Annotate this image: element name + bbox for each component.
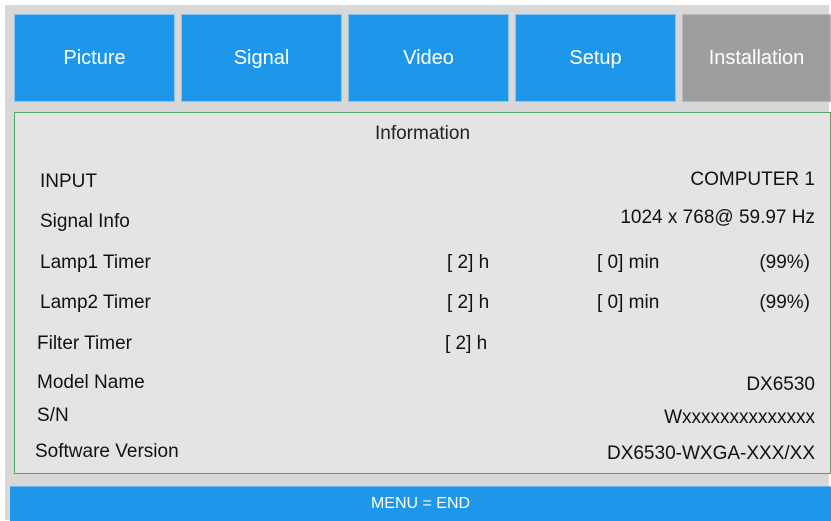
signal-info-label: Signal Info <box>40 211 130 232</box>
model-name-value: DX6530 <box>746 374 815 395</box>
tab-signal-label: Signal <box>233 46 290 69</box>
tab-picture-label: Picture <box>63 46 126 69</box>
tab-picture[interactable]: Picture <box>14 14 175 102</box>
signal-info-value: 1024 x 768@ 59.97 Hz <box>620 207 815 228</box>
lamp1-minutes: [ 0] min <box>597 252 660 273</box>
lamp2-timer-label: Lamp2 Timer <box>40 292 151 313</box>
software-version-value: DX6530-WXGA-XXX/XX <box>606 443 815 464</box>
lamp2-minutes: [ 0] min <box>597 292 660 313</box>
filter-hours: [ 2] h <box>445 333 488 354</box>
serial-number-value: Wxxxxxxxxxxxxxx <box>664 407 815 428</box>
lamp1-hours: [ 2] h <box>447 252 490 273</box>
tab-video-label: Video <box>403 46 454 69</box>
menu-tabs: Picture Signal Video Setup Installation <box>14 14 831 104</box>
tab-setup[interactable]: Setup <box>515 14 676 102</box>
software-version-label: Software Version <box>35 441 179 462</box>
input-label: INPUT <box>40 171 97 192</box>
serial-number-label: S/N <box>37 405 69 426</box>
panel-title: Information <box>374 123 471 144</box>
lamp2-hours: [ 2] h <box>447 292 490 313</box>
tab-installation-label: Installation <box>708 46 805 69</box>
tab-installation[interactable]: Installation <box>682 14 831 102</box>
lamp2-percent: (99%) <box>759 292 810 313</box>
model-name-label: Model Name <box>37 372 145 393</box>
tab-signal[interactable]: Signal <box>181 14 342 102</box>
menu-footer: MENU = END <box>10 486 831 521</box>
tab-video[interactable]: Video <box>348 14 509 102</box>
lamp1-timer-label: Lamp1 Timer <box>40 252 151 273</box>
filter-timer-label: Filter Timer <box>37 333 132 354</box>
information-panel: Information INPUT COMPUTER 1 Signal Info… <box>14 112 831 474</box>
lamp1-percent: (99%) <box>759 252 810 273</box>
footer-hint: MENU = END <box>370 495 471 512</box>
input-value: COMPUTER 1 <box>690 169 815 190</box>
tab-setup-label: Setup <box>569 46 622 69</box>
